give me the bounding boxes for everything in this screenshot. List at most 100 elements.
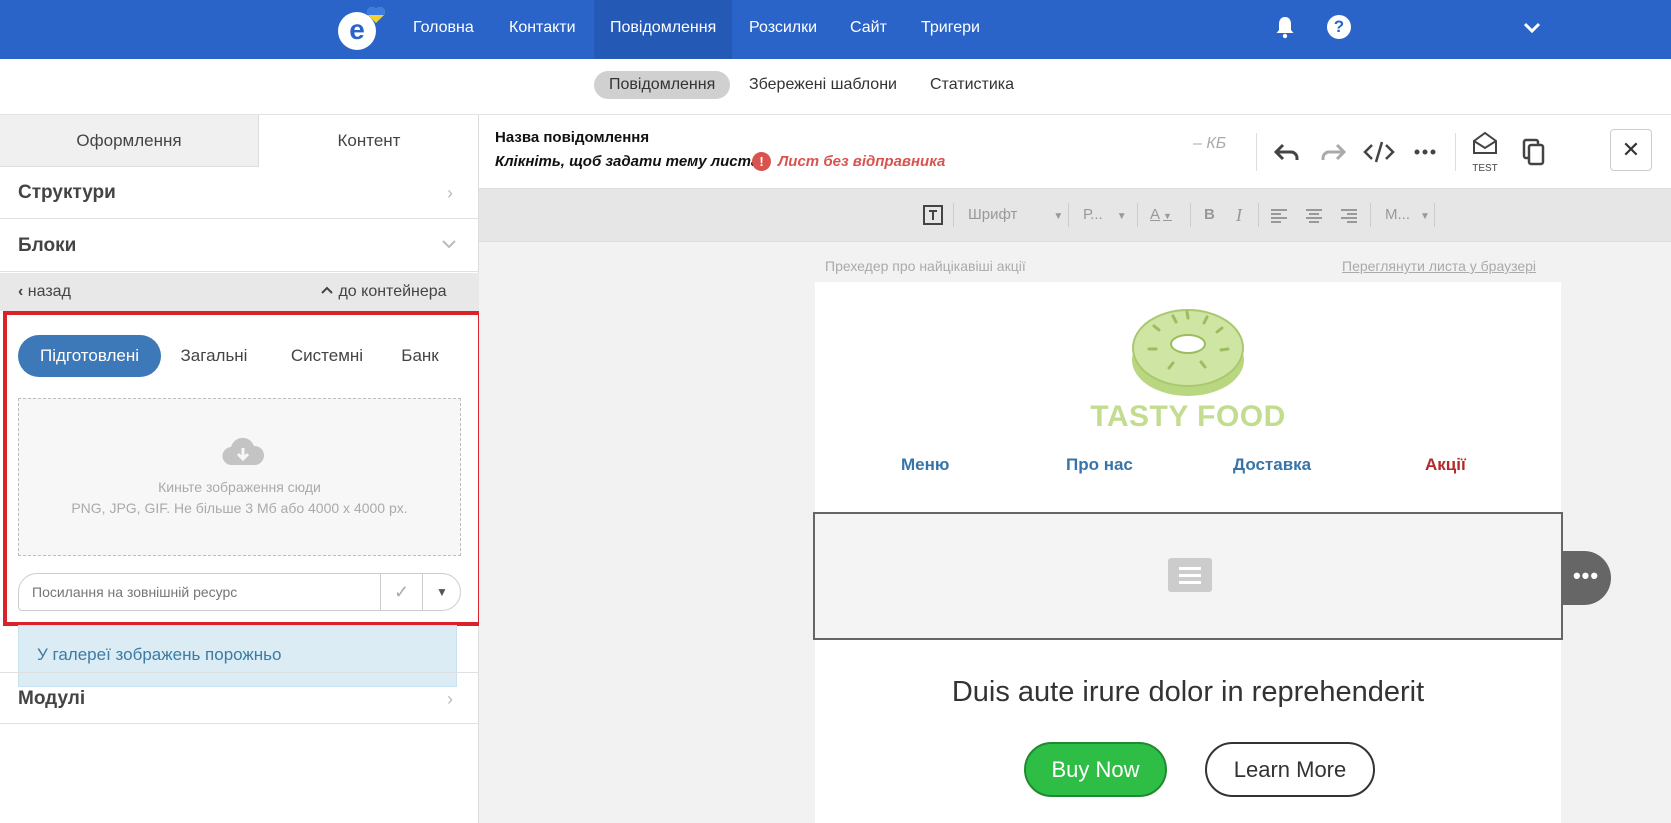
nav-site[interactable]: Сайт <box>834 0 903 59</box>
tab-content[interactable]: Контент <box>259 115 479 167</box>
to-container-label: до контейнера <box>338 283 447 300</box>
divider <box>1434 203 1435 227</box>
email-headline[interactable]: Duis aute irure dolor in reprehenderit <box>815 676 1561 709</box>
ukraine-heart-icon <box>367 7 385 23</box>
external-url-input[interactable] <box>19 574 381 610</box>
align-center-icon[interactable] <box>1305 204 1323 226</box>
help-icon[interactable]: ? <box>1327 15 1351 39</box>
email-menu-item-delivery[interactable]: Доставка <box>1233 455 1311 475</box>
tab-design[interactable]: Оформлення <box>0 115 259 167</box>
email-menu-item-about[interactable]: Про нас <box>1066 455 1133 475</box>
email-menu-item-promotions[interactable]: Акції <box>1425 455 1466 475</box>
size-select[interactable]: Р... ▼ <box>1083 204 1127 226</box>
section-blocks-label: Блоки <box>18 235 77 256</box>
bold-button[interactable]: B <box>1204 204 1215 226</box>
align-left-icon[interactable] <box>1270 204 1288 226</box>
nav-campaigns[interactable]: Розсилки <box>733 0 833 59</box>
image-placeholder-icon <box>1168 558 1212 592</box>
format-toolbar: Шрифт ▼ Р... ▼ A ▼ B I М... ▼ <box>479 189 1671 242</box>
image-tab-general[interactable]: Загальні <box>175 335 253 377</box>
message-size: – КБ <box>1193 135 1227 152</box>
italic-button[interactable]: I <box>1236 204 1242 226</box>
more-format-select[interactable]: М... ▼ <box>1385 204 1430 226</box>
divider <box>1455 133 1456 171</box>
nav-home[interactable]: Головна <box>397 0 490 59</box>
confirm-url-button[interactable]: ✓ <box>381 574 423 610</box>
chevron-down-icon[interactable] <box>1520 15 1544 39</box>
size-select-label: Р... <box>1083 206 1103 223</box>
subnav-messages[interactable]: Повідомлення <box>594 71 731 99</box>
bell-icon[interactable] <box>1273 15 1297 39</box>
section-blocks[interactable]: Блоки <box>0 220 479 272</box>
dropzone-hint: Киньте зображення сюди <box>158 479 321 495</box>
preheader-text[interactable]: Прехедер про найцікавіші акції <box>825 258 1026 274</box>
to-container-link[interactable]: до контейнера <box>320 273 447 311</box>
subject-prompt[interactable]: Клікніть, щоб задати тему листа <box>495 153 759 170</box>
section-modules[interactable]: Модулі › <box>0 672 479 724</box>
brand-title[interactable]: TASTY FOOD <box>815 400 1561 434</box>
section-modules-label: Модулі <box>18 688 86 709</box>
font-select[interactable]: Шрифт ▼ <box>968 204 1063 226</box>
divider <box>1190 203 1191 227</box>
align-right-icon[interactable] <box>1340 204 1358 226</box>
more-format-label: М... <box>1385 206 1410 223</box>
back-label: назад <box>27 283 71 300</box>
nav-contacts[interactable]: Контакти <box>493 0 592 59</box>
cloud-download-icon <box>222 437 265 466</box>
nav-messages[interactable]: Повідомлення <box>594 0 733 59</box>
block-nav-bar: ‹ назад до контейнера <box>0 273 479 311</box>
divider <box>1258 203 1259 227</box>
dropdown-arrow-icon: ▼ <box>1053 211 1064 222</box>
code-icon[interactable] <box>1363 137 1395 167</box>
esputnik-logo-icon[interactable]: e <box>338 7 385 50</box>
close-editor-button[interactable]: ✕ <box>1610 129 1652 171</box>
dropdown-arrow-icon: ▼ <box>1163 211 1172 221</box>
view-in-browser-link[interactable]: Переглянути листа у браузері <box>1342 258 1536 274</box>
selected-image-block[interactable] <box>813 512 1563 640</box>
image-tab-system[interactable]: Системні <box>285 335 369 377</box>
sub-navigation: Повідомлення Збережені шаблони Статистик… <box>0 59 1671 115</box>
donut-logo-image[interactable] <box>1129 304 1247 400</box>
more-icon[interactable] <box>1409 137 1441 167</box>
divider <box>1137 203 1138 227</box>
test-label: TEST <box>1472 163 1498 174</box>
envelope-open-icon <box>1473 131 1497 154</box>
section-structures-label: Структури <box>18 182 116 203</box>
text-frame-icon[interactable] <box>922 204 944 226</box>
email-editor: Назва повідомлення Клікніть, щоб задати … <box>479 115 1671 823</box>
image-dropzone[interactable]: Киньте зображення сюди PNG, JPG, GIF. Не… <box>18 398 461 556</box>
sender-warning[interactable]: Лист без відправника <box>778 153 945 170</box>
image-picker-highlight: Підготовлені Загальні Системні Банк Кинь… <box>3 311 482 626</box>
top-navigation-bar: e Головна Контакти Повідомлення Розсилки… <box>0 0 1671 59</box>
text-color-button[interactable]: A ▼ <box>1150 204 1172 226</box>
block-options-button[interactable]: ••• <box>1561 551 1611 605</box>
email-menu-item-menu[interactable]: Меню <box>901 455 949 475</box>
learn-more-button[interactable]: Learn More <box>1205 742 1375 797</box>
divider <box>1068 203 1069 227</box>
image-tab-bank[interactable]: Банк <box>394 335 446 377</box>
message-name[interactable]: Назва повідомлення <box>495 129 649 146</box>
chevron-right-icon: › <box>447 689 453 709</box>
nav-triggers[interactable]: Тригери <box>905 0 996 59</box>
copy-icon[interactable] <box>1517 137 1549 167</box>
undo-icon[interactable] <box>1271 137 1303 167</box>
buy-now-button[interactable]: Buy Now <box>1024 742 1167 797</box>
dropzone-limits: PNG, JPG, GIF. Не більше 3 Мб або 4000 x… <box>71 500 408 516</box>
chevron-up-icon <box>321 286 333 294</box>
divider <box>953 203 954 227</box>
dropdown-arrow-icon: ▼ <box>1116 211 1127 222</box>
subnav-statistics[interactable]: Статистика <box>915 71 1029 99</box>
subnav-saved-templates[interactable]: Збережені шаблони <box>734 71 912 99</box>
test-send-icon[interactable]: TEST <box>1469 131 1501 174</box>
image-tab-prepared[interactable]: Підготовлені <box>18 335 161 377</box>
divider <box>1370 203 1371 227</box>
url-dropdown-button[interactable]: ▼ <box>423 574 461 610</box>
dropdown-arrow-icon: ▼ <box>1420 211 1430 222</box>
chevron-down-icon <box>442 240 456 249</box>
redo-icon[interactable] <box>1317 137 1349 167</box>
back-link[interactable]: ‹ назад <box>18 273 71 311</box>
divider <box>1256 133 1257 171</box>
editor-header: Назва повідомлення Клікніть, щоб задати … <box>479 115 1671 189</box>
font-select-label: Шрифт <box>968 206 1018 223</box>
section-structures[interactable]: Структури › <box>0 167 479 219</box>
